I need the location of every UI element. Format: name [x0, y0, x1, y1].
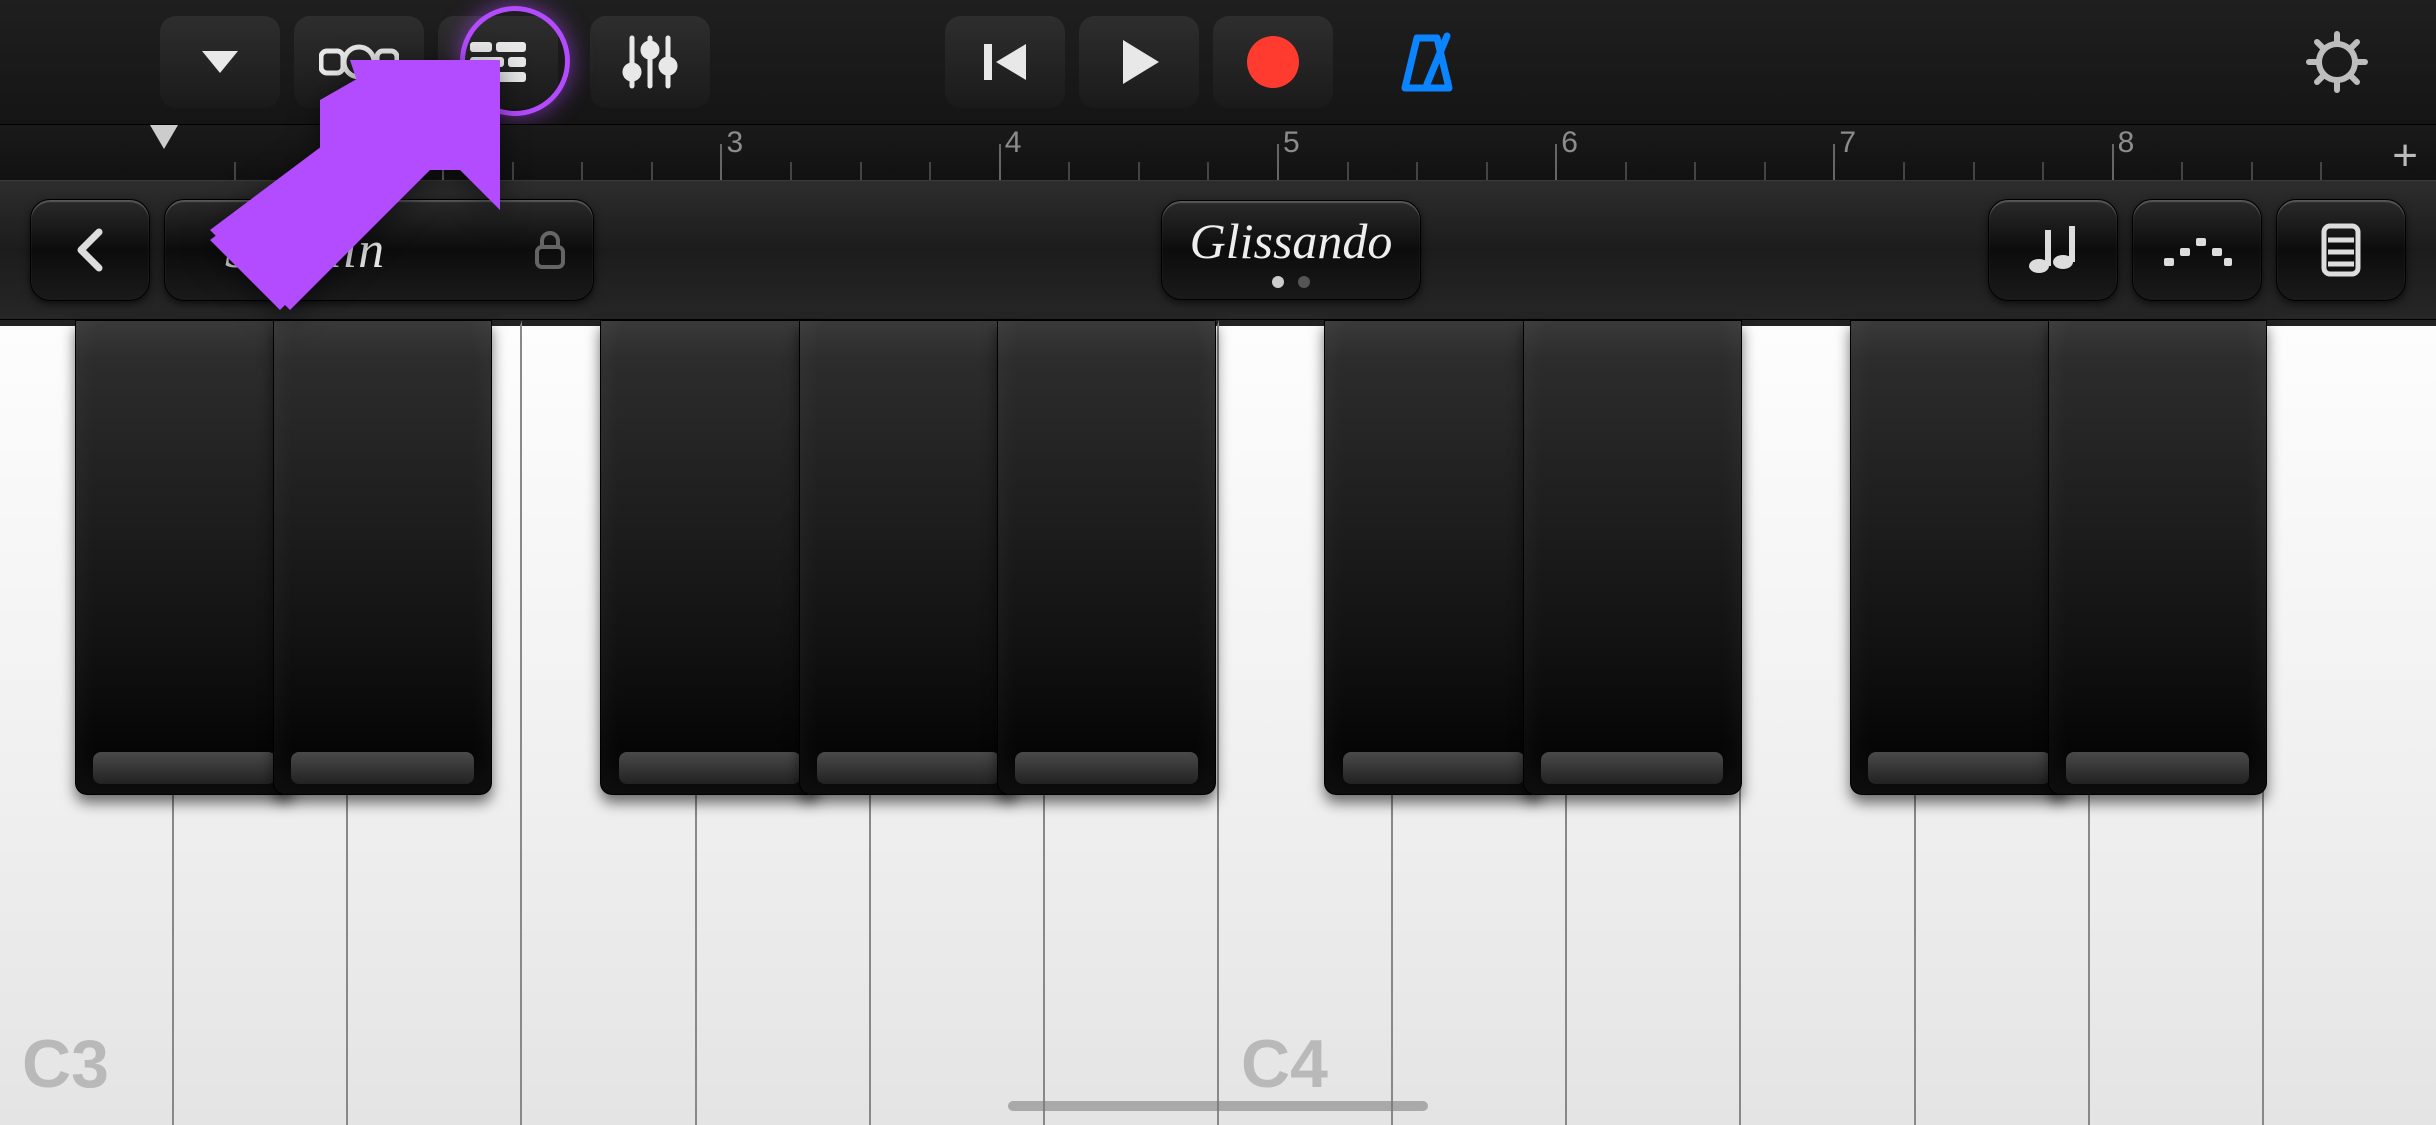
ruler-beat-tick [1903, 162, 1905, 180]
black-key[interactable] [1523, 320, 1742, 795]
ruler-bar-line [720, 144, 722, 180]
black-key[interactable] [2048, 320, 2267, 795]
track-controls-button[interactable] [590, 16, 710, 108]
ruler-beat-tick [1207, 162, 1209, 180]
ruler-beat-tick [1068, 162, 1070, 180]
add-section-button[interactable]: + [2392, 131, 2418, 181]
ruler-bar-number: 2 [448, 126, 465, 160]
ruler-bar-number: 8 [2118, 126, 2135, 160]
playhead-marker[interactable] [150, 125, 178, 149]
arpeggiator-icon [2160, 230, 2234, 270]
play-button[interactable] [1079, 16, 1199, 108]
ruler-beat-tick [303, 162, 305, 180]
ruler-bar-line [2112, 144, 2114, 180]
record-icon [1245, 34, 1301, 90]
ruler-beat-tick [1973, 162, 1975, 180]
ruler-bar-number: 3 [726, 126, 743, 160]
ruler-beat-tick [373, 162, 375, 180]
black-key[interactable] [1324, 320, 1543, 795]
ruler-beat-tick [860, 162, 862, 180]
ruler-bar-line [999, 144, 1001, 180]
ruler-beat-tick [1347, 162, 1349, 180]
ruler-bar-line [1277, 144, 1279, 180]
top-toolbar [0, 0, 2436, 124]
sliders-icon [620, 32, 680, 92]
ruler-bar-number: 5 [1283, 126, 1300, 160]
black-key[interactable] [1850, 320, 2069, 795]
ruler-bar-line [1555, 144, 1557, 180]
gear-icon [2305, 30, 2369, 94]
chord-icon [2023, 222, 2083, 278]
chevron-left-icon [73, 226, 107, 274]
loop-browser-icon [319, 37, 399, 87]
lock-icon [533, 229, 567, 271]
ruler-beat-tick [790, 162, 792, 180]
ruler-beat-tick [1694, 162, 1696, 180]
rewind-icon [980, 40, 1030, 84]
ruler-beat-tick [2251, 162, 2253, 180]
loop-browser-button[interactable] [294, 16, 424, 108]
ruler-beat-tick [2181, 162, 2183, 180]
metronome-icon [1395, 30, 1459, 94]
white-key[interactable] [2264, 320, 2436, 1125]
keyboard-layout-icon [2318, 222, 2364, 278]
octave-label: C3 [22, 1025, 109, 1103]
sustain-label: Sustain [225, 221, 385, 280]
ruler-bar-number: 6 [1561, 126, 1578, 160]
ruler-bar-number: 7 [1839, 126, 1856, 160]
ruler-bar-number: 4 [1005, 126, 1022, 160]
keyboard-layout-button[interactable] [2276, 199, 2406, 301]
ruler-beat-tick [1625, 162, 1627, 180]
black-key[interactable] [997, 320, 1216, 795]
record-button[interactable] [1213, 16, 1333, 108]
ruler-beat-tick [234, 162, 236, 180]
arpeggiator-button[interactable] [2132, 199, 2262, 301]
keyboard-mode-button[interactable]: Glissando [1161, 200, 1421, 300]
timeline-ruler[interactable]: + 2 3 4 5 6 7 8 [0, 124, 2436, 180]
metronome-button[interactable] [1377, 16, 1477, 108]
ruler-beat-tick [512, 162, 514, 180]
chevron-down-icon [198, 47, 242, 77]
ruler-bar-line [442, 144, 444, 180]
ruler-beat-tick [2042, 162, 2044, 180]
ruler-beat-tick [651, 162, 653, 180]
octave-label: C4 [1241, 1025, 1328, 1103]
ruler-beat-tick [1416, 162, 1418, 180]
black-key[interactable] [75, 320, 294, 795]
black-key[interactable] [273, 320, 492, 795]
ruler-beat-tick [929, 162, 931, 180]
go-to-beginning-button[interactable] [945, 16, 1065, 108]
keyboard-mode-label: Glissando [1190, 212, 1393, 270]
black-key[interactable] [600, 320, 819, 795]
instrument-menu-button[interactable] [160, 16, 280, 108]
ruler-beat-tick [1138, 162, 1140, 180]
sustain-button[interactable]: Sustain [164, 199, 594, 301]
ruler-beat-tick [1486, 162, 1488, 180]
back-button[interactable] [30, 199, 150, 301]
ruler-bar-line [1833, 144, 1835, 180]
home-indicator [1008, 1101, 1428, 1111]
song-settings-button[interactable] [2292, 16, 2382, 108]
ruler-beat-tick [1764, 162, 1766, 180]
ruler-beat-tick [2320, 162, 2322, 180]
piano-keyboard: C3 C4 [0, 320, 2436, 1125]
mode-pager-dots [1272, 276, 1310, 288]
tracks-icon [466, 38, 530, 86]
black-key[interactable] [799, 320, 1018, 795]
play-icon [1117, 38, 1161, 86]
ruler-beat-tick [581, 162, 583, 180]
tracks-view-button[interactable] [438, 16, 558, 108]
instrument-control-strip: Sustain Glissando [0, 180, 2436, 320]
chord-strips-button[interactable] [1988, 199, 2118, 301]
